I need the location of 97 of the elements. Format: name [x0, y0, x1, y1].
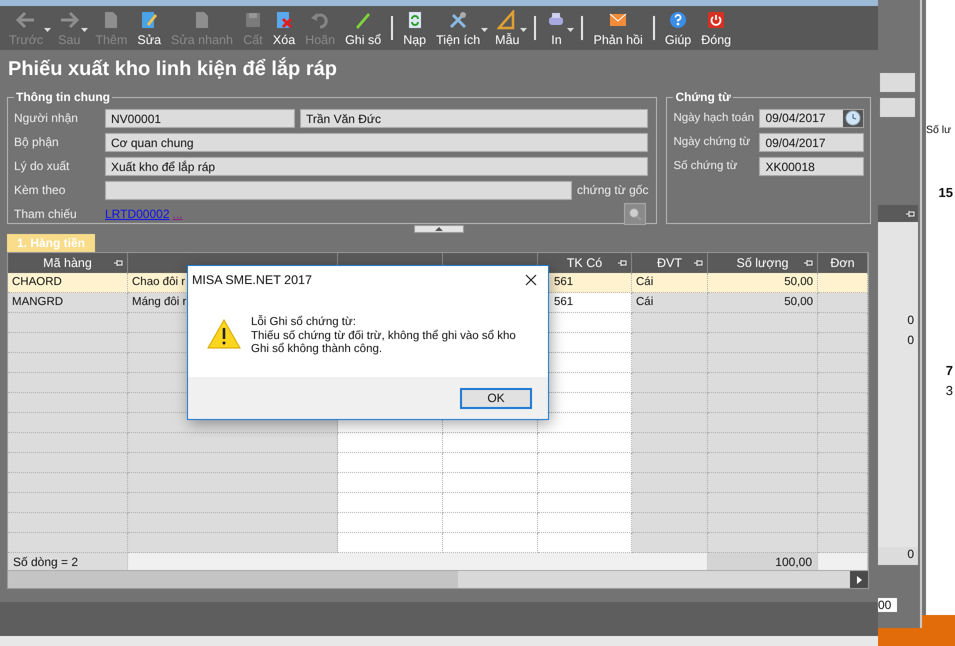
ok-button[interactable]: OK — [460, 388, 532, 408]
table-cell — [818, 313, 868, 333]
caret-icon — [567, 28, 574, 32]
right-arrow-icon — [59, 10, 80, 30]
table-cell — [818, 493, 868, 513]
column-header[interactable]: ĐVT — [657, 256, 682, 270]
date-field[interactable]: 09/04/2017 — [759, 108, 864, 128]
toolbar-button[interactable]: Tiện ích — [431, 6, 486, 50]
field-label: Số chứng từ — [673, 160, 738, 172]
error-message: Lỗi Ghi sổ chứng từ: Thiếu số chứng từ đối trừ, không thể ghi vào sổ kho Ghi sổ không thành công. — [251, 316, 516, 356]
column-header[interactable]: Đơn — [830, 256, 855, 270]
toolbar-button[interactable]: Xóa — [268, 6, 300, 50]
table-cell — [818, 373, 868, 393]
table-cell: Cái — [632, 293, 708, 313]
toolbar-button[interactable]: In — [541, 6, 572, 50]
edit-icon — [139, 10, 160, 30]
table-cell: Cái — [632, 273, 708, 293]
table-cell: MANGRD — [8, 293, 128, 313]
toolbar-button[interactable]: Ghi sổ — [340, 6, 386, 50]
table-cell — [818, 473, 868, 493]
table-cell — [818, 353, 868, 373]
input-field — [880, 73, 915, 92]
table-cell: CHAORD — [8, 273, 128, 293]
caret-icon — [520, 28, 528, 32]
input-field[interactable]: 09/04/2017 — [759, 132, 864, 152]
field-label: Tham chiếu — [14, 207, 78, 221]
pin-icon — [905, 208, 915, 218]
tools-icon — [448, 10, 468, 30]
power-icon — [706, 10, 726, 30]
table-cell — [818, 273, 868, 293]
search-icon — [627, 206, 644, 222]
search-button[interactable] — [624, 203, 646, 225]
field-label: Kèm theo — [14, 183, 66, 197]
caret-icon — [81, 28, 88, 32]
table-cell: 50,00 — [708, 273, 818, 293]
pin-icon[interactable] — [113, 258, 123, 268]
warning-icon — [207, 319, 241, 349]
table-cell — [818, 393, 868, 413]
up-arrow-icon — [435, 227, 443, 231]
right-arrow-icon[interactable] — [856, 576, 862, 584]
table-cell: 0 — [907, 313, 914, 327]
table-cell: 50,00 — [708, 293, 818, 313]
table-cell: 0 — [907, 333, 914, 347]
input-field[interactable]: Trần Văn Đức — [300, 108, 648, 128]
caret-icon — [481, 28, 488, 32]
toolbar-button[interactable]: Phản hồi — [588, 6, 648, 50]
total-quantity: 100,00 — [708, 553, 818, 570]
column-header[interactable]: TK Có — [566, 256, 602, 270]
field-label: Bộ phận — [14, 135, 60, 149]
table-cell: 3 — [946, 383, 953, 398]
pin-icon[interactable] — [617, 258, 627, 268]
column-header[interactable]: Số lượng — [736, 256, 788, 270]
left-arrow-icon — [16, 10, 36, 30]
pin-icon[interactable] — [693, 258, 703, 268]
table-cell: 7 — [946, 363, 953, 378]
table-cell: 00 — [878, 598, 898, 612]
clock-icon — [845, 110, 862, 126]
delete-icon — [274, 10, 294, 30]
horizontal-scrollbar[interactable] — [8, 570, 868, 588]
input-field[interactable] — [105, 180, 572, 200]
field-suffix: chứng từ gốc — [577, 183, 648, 197]
input-field[interactable]: NV00001 — [105, 108, 295, 128]
field-label: Ngày hạch toán — [673, 112, 755, 124]
table-cell — [818, 533, 868, 553]
field-label: Ngày chứng từ — [673, 136, 752, 148]
input-field — [880, 98, 915, 117]
field-label: Người nhận — [14, 111, 79, 125]
toolbar-button[interactable]: Nạp — [398, 6, 432, 50]
row-count: Số dòng = 2 — [8, 553, 128, 570]
table-cell — [818, 513, 868, 533]
caret-icon — [44, 28, 52, 32]
table-cell — [818, 433, 868, 453]
group-title: Thông tin chung — [15, 90, 111, 104]
input-field[interactable]: XK00018 — [759, 156, 864, 176]
table-cell — [818, 293, 868, 313]
pin-icon[interactable] — [803, 258, 813, 268]
table-cell — [818, 413, 868, 433]
field-label: Lý do xuất — [14, 159, 70, 173]
table-cell — [818, 453, 868, 473]
help-icon — [668, 10, 688, 30]
collapse-handle[interactable] — [414, 225, 464, 233]
close-icon — [525, 274, 537, 286]
input-field[interactable]: Cơ quan chung — [105, 132, 648, 152]
toolbar-button[interactable]: Sửa — [132, 6, 166, 50]
toolbar-button[interactable]: Giúp — [660, 6, 696, 50]
footer-cell: 0 — [878, 547, 918, 565]
toolbar-button[interactable]: Đóng — [696, 6, 736, 50]
dialog-title: MISA SME.NET 2017 — [192, 273, 312, 287]
table-cell: 15 — [938, 185, 953, 200]
toolbar-button[interactable]: Mẫu — [490, 6, 524, 50]
input-field[interactable]: Xuất kho để lắp ráp — [105, 156, 648, 176]
column-header[interactable]: Mã hàng — [43, 256, 92, 270]
ruler-icon — [497, 10, 518, 30]
column-header: Số lư — [926, 124, 952, 136]
group-title: Chứng từ — [674, 90, 732, 104]
form-title: Phiếu xuất kho linh kiện để lắp ráp — [8, 58, 338, 82]
table-cell — [818, 333, 868, 353]
